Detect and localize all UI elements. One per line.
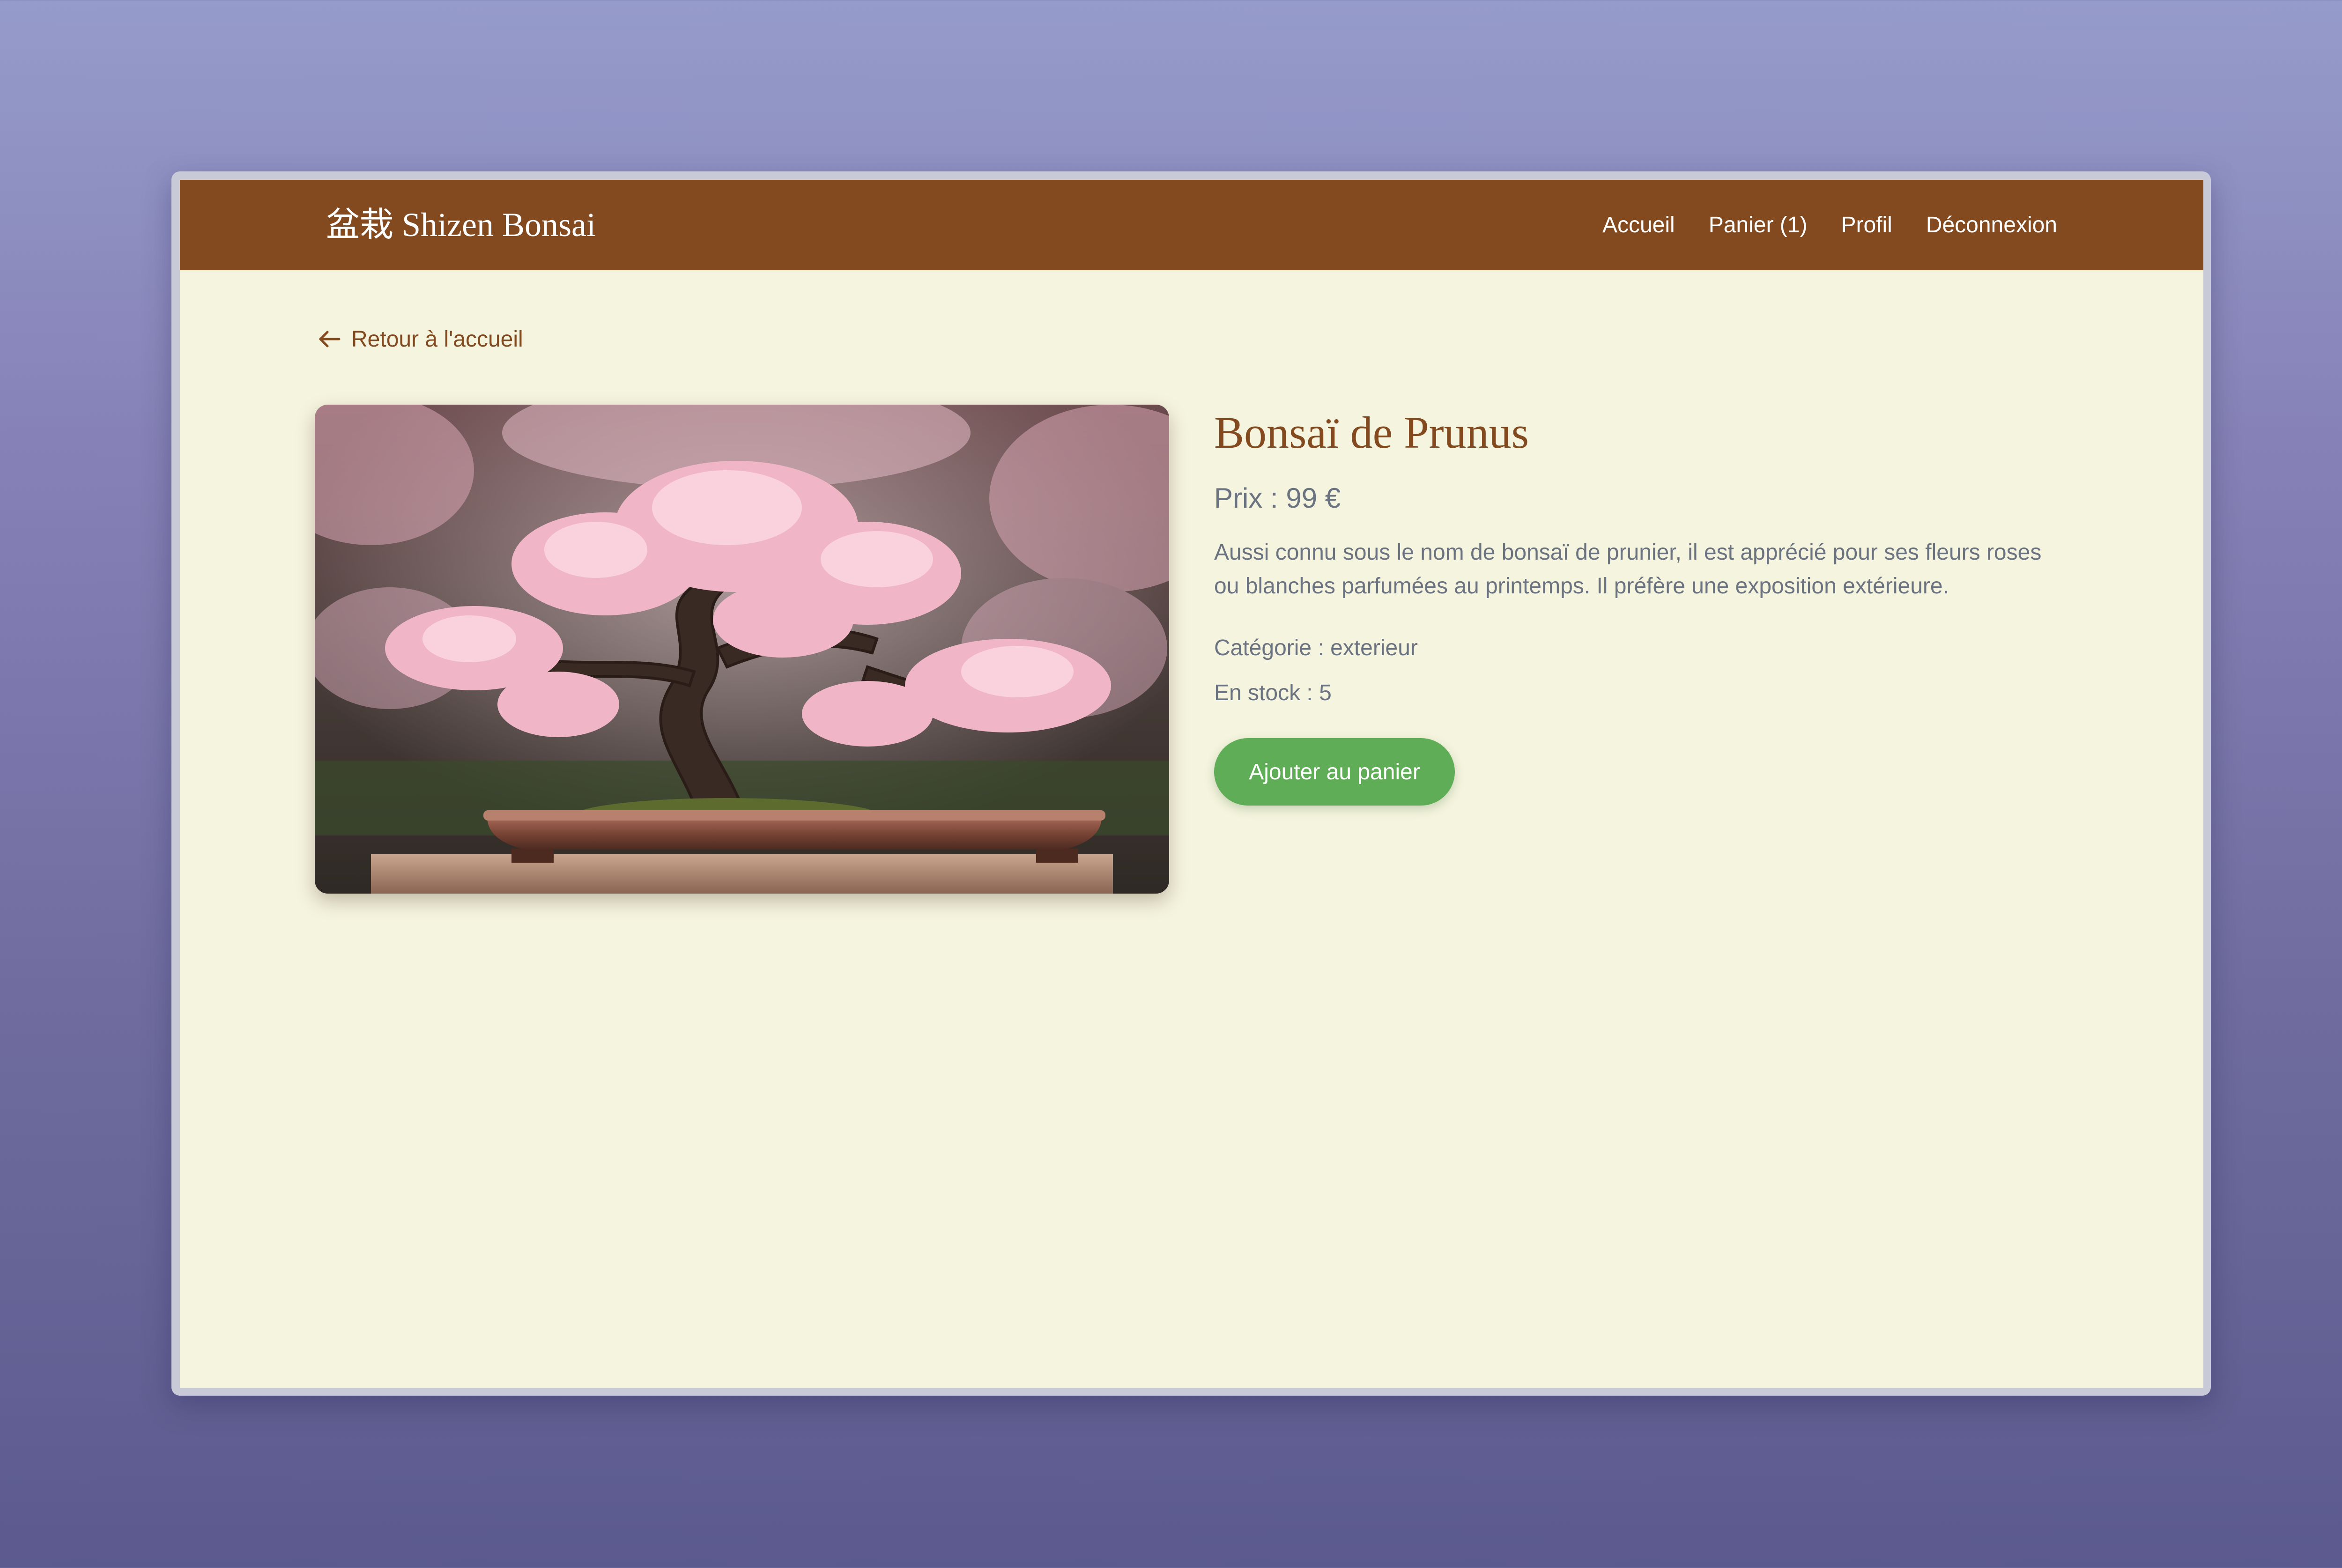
nav-links: Accueil Panier (1) Profil Déconnexion xyxy=(1602,180,2057,270)
navbar: 盆栽 Shizen Bonsai Accueil Panier (1) Prof… xyxy=(180,180,2203,270)
page: 盆栽 Shizen Bonsai Accueil Panier (1) Prof… xyxy=(180,180,2203,1388)
arrow-left-icon xyxy=(316,325,344,353)
brand-logo[interactable]: 盆栽 Shizen Bonsai xyxy=(326,180,596,270)
product-price: Prix : 99 € xyxy=(1214,482,1341,514)
back-link-label: Retour à l'accueil xyxy=(351,326,523,352)
product-details: Bonsaï de Prunus Prix : 99 € Aussi connu… xyxy=(1214,405,2057,806)
add-to-cart-button[interactable]: Ajouter au panier xyxy=(1214,738,1455,806)
product-description: Aussi connu sous le nom de bonsaï de pru… xyxy=(1214,540,2042,599)
nav-link-profil[interactable]: Profil xyxy=(1841,212,1892,238)
nav-link-accueil[interactable]: Accueil xyxy=(1602,212,1675,238)
product-stock: En stock : 5 xyxy=(1214,680,1332,705)
nav-link-panier[interactable]: Panier (1) xyxy=(1709,212,1808,238)
product-title: Bonsaï de Prunus xyxy=(1214,407,1529,458)
back-to-home-link[interactable]: Retour à l'accueil xyxy=(316,320,523,358)
product-image xyxy=(315,405,1169,894)
product-category: Catégorie : exterieur xyxy=(1214,636,1418,660)
nav-link-deconnexion[interactable]: Déconnexion xyxy=(1926,212,2057,238)
